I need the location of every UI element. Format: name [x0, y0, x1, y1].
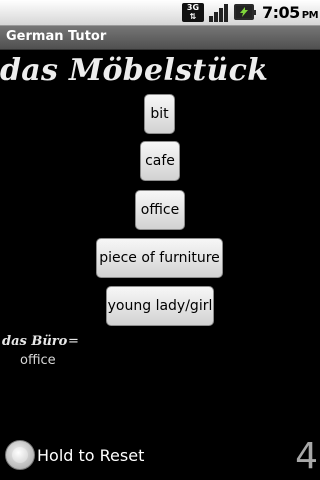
reset-label: Hold to Reset [37, 446, 145, 465]
title-bar: German Tutor [0, 26, 320, 50]
choice-button-young-lady-girl[interactable]: young lady/girl [106, 286, 214, 326]
choice-button-office[interactable]: office [135, 190, 185, 230]
choice-button-bit[interactable]: bit [144, 94, 175, 134]
previous-translation: office [20, 353, 56, 368]
reset-button[interactable] [5, 440, 35, 470]
score-counter: 4 [295, 436, 318, 477]
quiz-word: das Möbelstück [0, 53, 269, 88]
battery-charging-icon [234, 4, 256, 20]
network-label: 3G [186, 3, 200, 12]
reset-icon [12, 447, 28, 463]
network-3g-icon: 3G ⇅ [182, 3, 204, 22]
previous-word: das Büro [2, 334, 68, 349]
signal-icon [209, 4, 228, 22]
app-title: German Tutor [6, 29, 107, 44]
clock: 7:05 PM [262, 3, 319, 22]
previous-equals: = [68, 334, 79, 349]
clock-time: 7:05 [262, 3, 300, 22]
choice-button-cafe[interactable]: cafe [140, 141, 180, 181]
status-bar: 3G ⇅ 7:05 PM [0, 0, 320, 26]
clock-ampm: PM [301, 10, 319, 21]
choice-button-piece-of-furniture[interactable]: piece of furniture [96, 238, 223, 278]
